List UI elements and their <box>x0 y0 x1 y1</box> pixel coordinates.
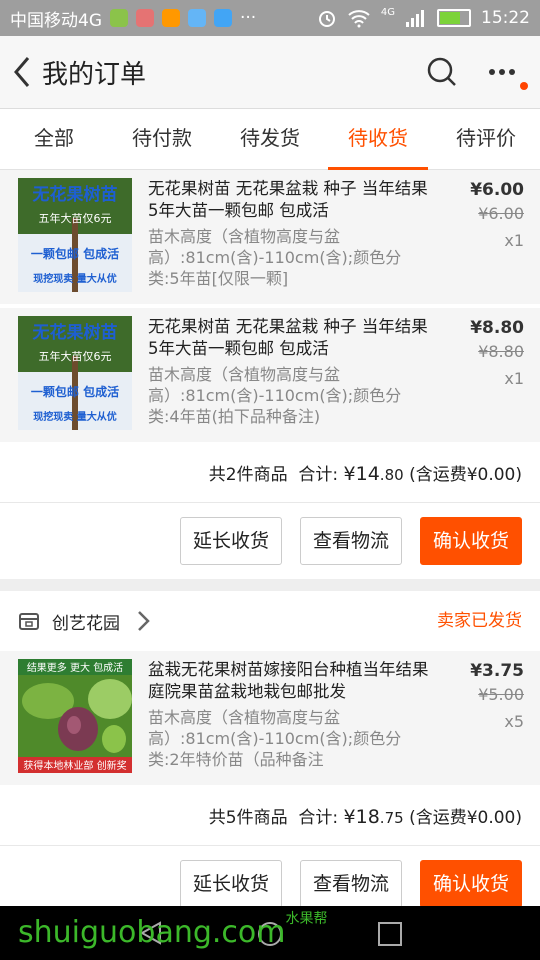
order-card: 创艺花园 卖家已发货 结果更多 更大 包成活 获得本地林业部 创新奖 盆栽无花果… <box>0 591 540 922</box>
back-button[interactable] <box>2 36 42 108</box>
thumb-text: 结果更多 更大 包成活 <box>27 661 123 674</box>
view-logistics-button[interactable]: 查看物流 <box>299 517 402 565</box>
product-quantity: x5 <box>504 712 524 731</box>
tab-pending-payment[interactable]: 待付款 <box>108 109 216 169</box>
search-icon <box>427 57 456 86</box>
total-amount: ¥18.75 <box>343 806 404 828</box>
thumb-text: 一颗包邮 包成活 <box>31 384 119 399</box>
thumb-text: 一颗包邮 包成活 <box>31 246 119 261</box>
total-amount: ¥14.80 <box>343 463 404 485</box>
search-button[interactable] <box>424 54 460 90</box>
thumb-text: 五年大苗仅6元 <box>39 211 112 225</box>
shop-name[interactable]: 创艺花园 <box>52 609 120 634</box>
view-logistics-button[interactable]: 查看物流 <box>299 860 402 908</box>
product-spec: 苗木高度（含植物高度与盆高）:81cm(含)-110cm(含);颜色分类:4年苗… <box>148 365 402 426</box>
network-type: 4G <box>380 6 395 18</box>
message-notification-icon <box>214 9 232 27</box>
product-quantity: x1 <box>504 369 524 388</box>
original-price: ¥6.00 <box>478 204 524 223</box>
status-bar: 中国移动4G ··· 4G 15:22 <box>0 0 540 36</box>
thumb-text: 现挖现卖 量大从优 <box>33 272 116 285</box>
more-button[interactable] <box>484 54 520 90</box>
original-price: ¥5.00 <box>478 685 524 704</box>
original-price: ¥8.80 <box>478 342 524 361</box>
top-nav-bar: 我的订单 <box>0 36 540 109</box>
order-status: 卖家已发货 <box>437 611 522 631</box>
tab-pending-receipt[interactable]: 待收货 <box>324 109 432 170</box>
thumb-text: 无花果树苗 <box>32 322 118 343</box>
order-summary: 共5件商品 合计: ¥18.75 (含运费¥0.00) <box>0 789 540 846</box>
more-notifications-icon: ··· <box>240 8 257 28</box>
product-spec: 苗木高度（含植物高度与盆高）:81cm(含)-110cm(含);颜色分类:2年特… <box>148 708 402 769</box>
product-title[interactable]: 无花果树苗 无花果盆栽 种子 当年结果5年大苗一颗包邮 包成活 <box>148 178 430 222</box>
app-notification-icon <box>162 9 180 27</box>
extend-receipt-button[interactable]: 延长收货 <box>179 517 282 565</box>
thumb-text: 获得本地林业部 创新奖 <box>23 759 126 772</box>
order-item[interactable]: 结果更多 更大 包成活 获得本地林业部 创新奖 盆栽无花果树苗嫁接阳台种植当年结… <box>0 651 540 785</box>
order-card: 无花果树苗 五年大苗仅6元 一颗包邮 包成活 现挖现卖 量大从优 无花果树苗 无… <box>0 170 540 579</box>
confirm-receipt-button[interactable]: 确认收货 <box>419 517 522 565</box>
more-icon <box>489 69 515 75</box>
app-notification-icon <box>188 9 206 27</box>
shop-icon <box>19 613 39 630</box>
signal-icon <box>406 10 424 27</box>
item-count: 共5件商品 <box>208 808 288 828</box>
watermark-cn: 水果帮 <box>285 911 328 927</box>
product-thumbnail[interactable]: 结果更多 更大 包成活 获得本地林业部 创新奖 <box>18 659 132 773</box>
shop-header[interactable]: 创艺花园 卖家已发货 <box>0 591 540 651</box>
chevron-right-icon <box>138 611 150 631</box>
product-spec: 苗木高度（含植物高度与盆高）:81cm(含)-110cm(含);颜色分类:5年苗… <box>148 227 402 288</box>
watermark-text: shuiguobang.com <box>18 915 286 950</box>
order-actions: 延长收货 查看物流 确认收货 <box>0 503 540 579</box>
notification-dot <box>520 82 528 90</box>
product-title[interactable]: 盆栽无花果树苗嫁接阳台种植当年结果庭院果苗盆栽地栽包邮批发 <box>148 659 430 703</box>
product-quantity: x1 <box>504 231 524 250</box>
order-item[interactable]: 无花果树苗 五年大苗仅6元 一颗包邮 包成活 现挖现卖 量大从优 无花果树苗 无… <box>0 308 540 442</box>
item-count: 共2件商品 <box>208 465 288 485</box>
order-list: 无花果树苗 五年大苗仅6元 一颗包邮 包成活 现挖现卖 量大从优 无花果树苗 无… <box>0 170 540 922</box>
confirm-receipt-button[interactable]: 确认收货 <box>419 860 522 908</box>
recent-apps-icon[interactable] <box>377 921 403 947</box>
battery-icon <box>437 9 471 27</box>
wifi-icon <box>348 10 370 28</box>
order-tabs: 全部 待付款 待发货 待收货 待评价 <box>0 109 540 170</box>
tab-pending-review[interactable]: 待评价 <box>432 109 540 169</box>
total-label: 合计: <box>298 808 339 828</box>
thumb-text: 无花果树苗 <box>32 184 118 205</box>
page-title: 我的订单 <box>42 59 147 90</box>
watermark: shuiguobang.com水果帮 <box>18 906 328 960</box>
product-price: ¥8.80 <box>470 318 524 338</box>
shipping-fee: (含运费¥0.00) <box>409 808 522 828</box>
thumb-text: 五年大苗仅6元 <box>39 349 112 363</box>
app-notification-icon <box>110 9 128 27</box>
product-thumbnail[interactable]: 无花果树苗 五年大苗仅6元 一颗包邮 包成活 现挖现卖 量大从优 <box>18 316 132 430</box>
shipping-fee: (含运费¥0.00) <box>409 465 522 485</box>
tab-pending-shipment[interactable]: 待发货 <box>216 109 324 169</box>
clock: 15:22 <box>481 8 530 28</box>
notification-icons: ··· <box>110 8 256 28</box>
alarm-icon <box>318 11 335 27</box>
tab-all[interactable]: 全部 <box>0 109 108 169</box>
divider <box>0 579 540 591</box>
back-icon <box>14 57 30 87</box>
product-thumbnail[interactable]: 无花果树苗 五年大苗仅6元 一颗包邮 包成活 现挖现卖 量大从优 <box>18 178 132 292</box>
product-price: ¥6.00 <box>470 180 524 200</box>
thumb-text: 现挖现卖 量大从优 <box>33 410 116 423</box>
app-notification-icon <box>136 9 154 27</box>
order-item[interactable]: 无花果树苗 五年大苗仅6元 一颗包邮 包成活 现挖现卖 量大从优 无花果树苗 无… <box>0 170 540 304</box>
carrier-label: 中国移动4G <box>10 10 102 31</box>
product-price: ¥3.75 <box>470 661 524 681</box>
extend-receipt-button[interactable]: 延长收货 <box>179 860 282 908</box>
product-title[interactable]: 无花果树苗 无花果盆栽 种子 当年结果5年大苗一颗包邮 包成活 <box>148 316 430 360</box>
order-summary: 共2件商品 合计: ¥14.80 (含运费¥0.00) <box>0 446 540 503</box>
total-label: 合计: <box>298 465 339 485</box>
